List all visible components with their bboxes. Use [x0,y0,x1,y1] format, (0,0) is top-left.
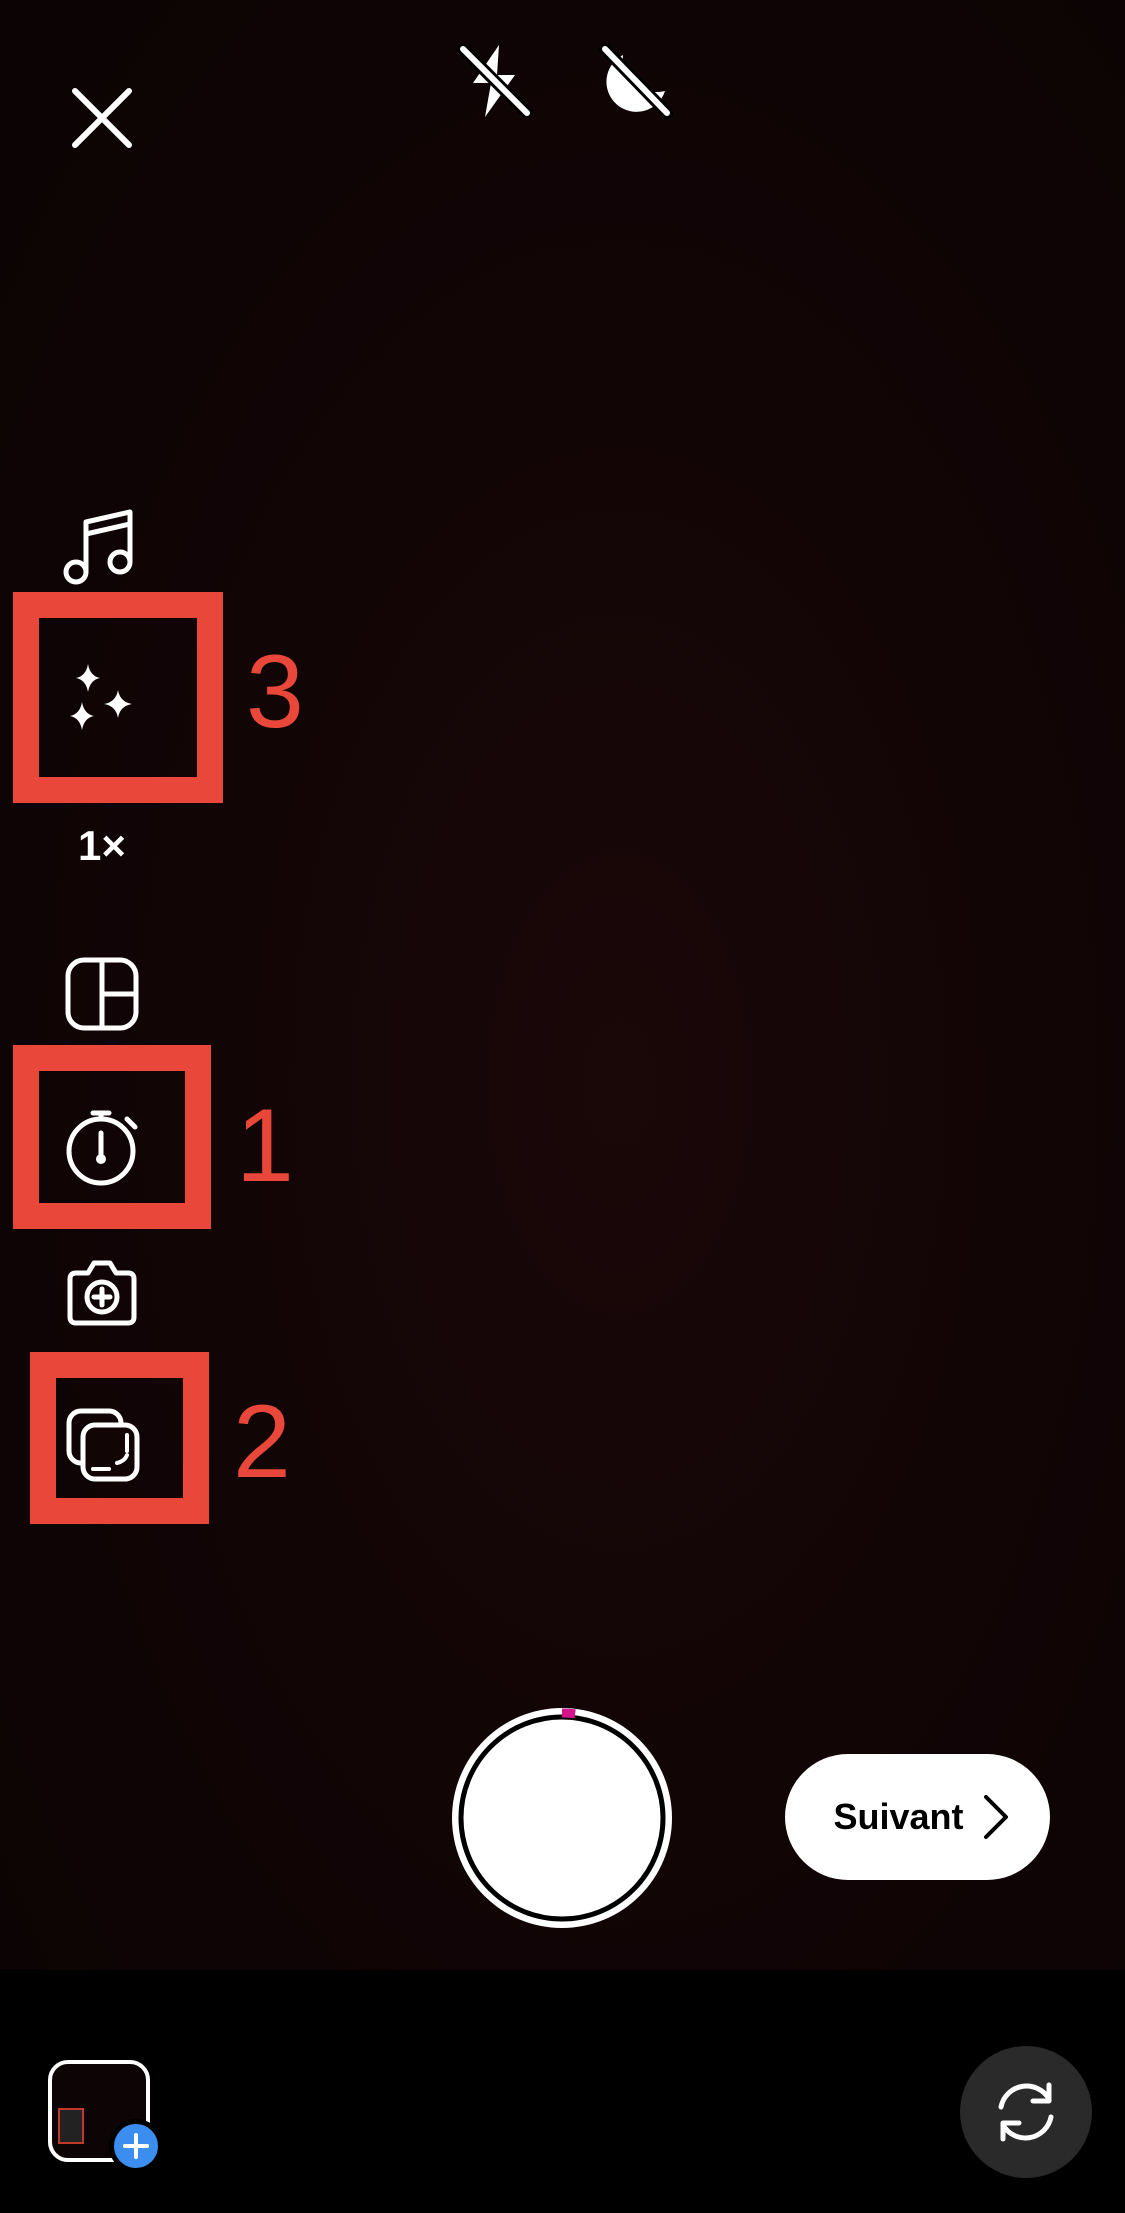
flash-button[interactable] [450,36,540,126]
gallery-thumbnail-icon [58,2108,84,2144]
annotation-box-effects [13,592,223,803]
night-mode-off-icon [599,43,673,119]
annotation-number-1: 1 [236,1088,294,1204]
plus-icon [123,2133,149,2159]
close-button[interactable] [62,78,142,158]
shutter-button[interactable] [448,1704,676,1932]
layout-grid-icon [65,957,139,1031]
annotation-box-multi-capture [30,1352,209,1524]
zoom-level-button[interactable]: 1× [62,818,142,874]
annotation-number-2: 2 [233,1384,291,1500]
annotation-number-3: 3 [246,634,304,750]
chevron-right-icon [983,1795,1008,1839]
bottom-bar [0,1970,1125,2213]
flip-camera-button[interactable] [960,2046,1092,2178]
camera-screen: 1× 3 1 2 Suivant [0,0,1125,2213]
layout-button[interactable] [60,952,144,1036]
annotation-box-timer [13,1045,211,1229]
next-button-label: Suivant [833,1796,964,1837]
shutter-inner-circle [466,1722,658,1914]
camera-plus-icon [67,1260,137,1326]
flash-off-icon [457,43,533,119]
recording-progress-arc [561,1708,576,1719]
close-icon [72,88,132,148]
night-mode-button[interactable] [590,36,680,126]
music-button[interactable] [52,502,148,592]
music-note-icon [63,509,133,585]
gallery-add-button[interactable] [109,2119,163,2173]
add-photo-button[interactable] [60,1254,144,1332]
next-button[interactable]: Suivant [785,1754,1050,1880]
flip-camera-icon [998,2082,1054,2142]
camera-viewfinder[interactable] [0,0,1125,1970]
